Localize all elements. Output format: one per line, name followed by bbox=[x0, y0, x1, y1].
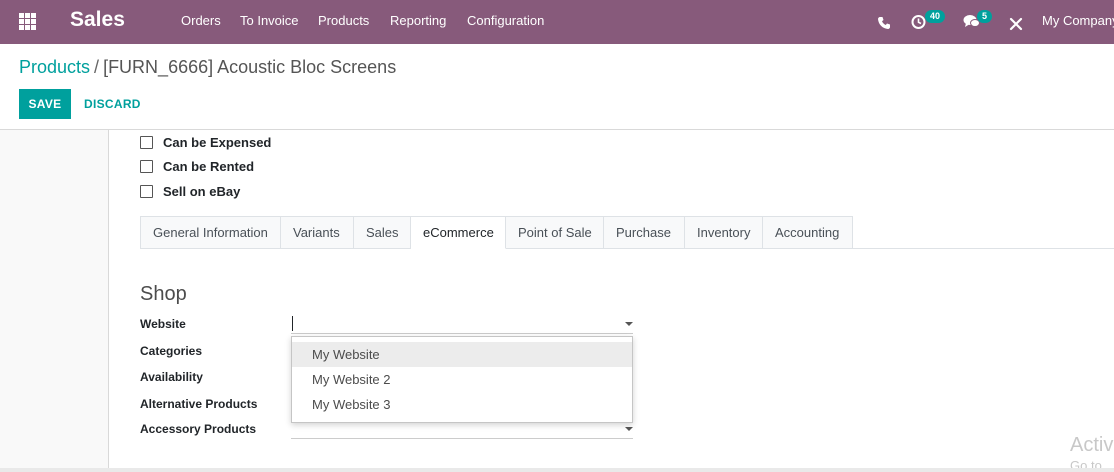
tab-sales[interactable]: Sales bbox=[354, 216, 411, 249]
bottom-edge bbox=[0, 468, 1114, 472]
sell-on-ebay-checkbox[interactable] bbox=[140, 184, 153, 198]
website-input-caret bbox=[292, 316, 293, 331]
tools-icon[interactable] bbox=[1009, 14, 1023, 34]
activity-clock-icon[interactable] bbox=[911, 12, 926, 32]
discard-button[interactable]: DISCARD bbox=[76, 89, 149, 119]
apps-grid-icon[interactable] bbox=[19, 13, 36, 30]
notebook-tabs: General Information Variants Sales eComm… bbox=[140, 216, 853, 249]
save-button[interactable]: SAVE bbox=[19, 89, 71, 119]
website-dropdown-arrow-icon[interactable] bbox=[625, 322, 633, 326]
app-title[interactable]: Sales bbox=[70, 8, 125, 32]
phone-icon[interactable] bbox=[877, 13, 891, 33]
menu-configuration[interactable]: Configuration bbox=[467, 13, 544, 28]
breadcrumb-current: [FURN_6666] Acoustic Bloc Screens bbox=[103, 57, 397, 77]
tab-point-of-sale[interactable]: Point of Sale bbox=[506, 216, 604, 249]
can-be-expensed-checkbox[interactable] bbox=[140, 135, 153, 149]
can-be-rented-checkbox[interactable] bbox=[140, 159, 153, 173]
website-option-my-website[interactable]: My Website bbox=[292, 342, 632, 367]
menu-orders[interactable]: Orders bbox=[181, 13, 221, 28]
breadcrumb-separator: / bbox=[94, 57, 100, 77]
accessory-products-label: Accessory Products bbox=[140, 422, 257, 436]
breadcrumb-products-link[interactable]: Products bbox=[19, 57, 90, 77]
menu-products[interactable]: Products bbox=[318, 13, 369, 28]
sell-on-ebay-label[interactable]: Sell on eBay bbox=[163, 184, 240, 199]
can-be-expensed-row: Can be Expensed bbox=[140, 134, 271, 150]
messages-count-badge: 5 bbox=[977, 10, 993, 23]
shop-section-title: Shop bbox=[140, 283, 187, 305]
sell-on-ebay-row: Sell on eBay bbox=[140, 183, 240, 199]
company-switcher[interactable]: My Company bbox=[1042, 13, 1114, 28]
tab-general-information[interactable]: General Information bbox=[140, 216, 281, 249]
menu-reporting[interactable]: Reporting bbox=[390, 13, 446, 28]
tab-inventory[interactable]: Inventory bbox=[685, 216, 763, 249]
menu-to-invoice[interactable]: To Invoice bbox=[240, 13, 299, 28]
website-label: Website bbox=[140, 317, 186, 331]
alternative-products-label: Alternative Products bbox=[140, 397, 258, 411]
website-option-my-website-3[interactable]: My Website 3 bbox=[292, 392, 632, 417]
tab-variants[interactable]: Variants bbox=[281, 216, 354, 249]
website-option-my-website-2[interactable]: My Website 2 bbox=[292, 367, 632, 392]
website-input[interactable] bbox=[291, 333, 633, 334]
breadcrumb: Products / [FURN_6666] Acoustic Bloc Scree… bbox=[19, 57, 396, 78]
activation-watermark: Activ bbox=[1070, 434, 1114, 456]
can-be-rented-label[interactable]: Can be Rented bbox=[163, 159, 254, 174]
tab-accounting[interactable]: Accounting bbox=[763, 216, 853, 249]
can-be-rented-row: Can be Rented bbox=[140, 158, 254, 174]
availability-label: Availability bbox=[140, 370, 203, 384]
activity-count-badge: 40 bbox=[925, 10, 946, 23]
categories-label: Categories bbox=[140, 344, 203, 358]
accessory-dropdown-arrow-icon[interactable] bbox=[625, 427, 633, 431]
website-autocomplete-dropdown: My Website My Website 2 My Website 3 bbox=[291, 336, 633, 423]
accessory-products-input[interactable] bbox=[291, 438, 633, 439]
top-navbar: Sales Orders To Invoice Products Reporti… bbox=[0, 0, 1114, 44]
tab-purchase[interactable]: Purchase bbox=[604, 216, 685, 249]
can-be-expensed-label[interactable]: Can be Expensed bbox=[163, 135, 271, 150]
tab-ecommerce[interactable]: eCommerce bbox=[411, 216, 506, 249]
